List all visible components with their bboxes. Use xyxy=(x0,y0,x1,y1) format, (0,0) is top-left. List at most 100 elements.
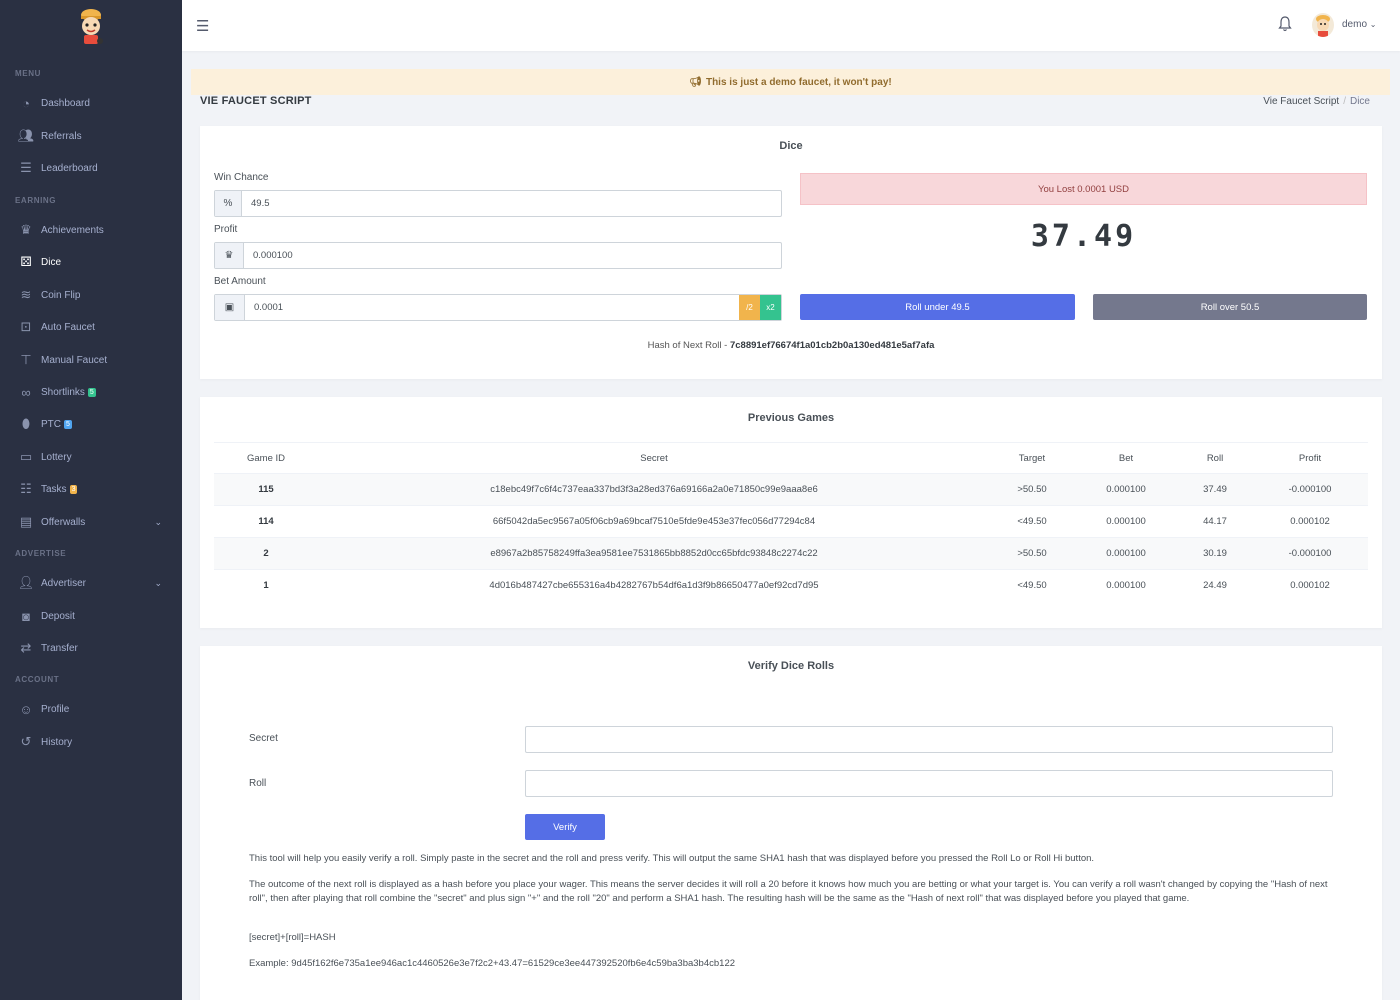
table-header-row: Game ID Secret Target Bet Roll Profit xyxy=(214,442,1368,474)
cell-roll: 37.49 xyxy=(1178,473,1252,506)
sidebar-item-dashboard[interactable]: ◔ Dashboard xyxy=(0,88,182,118)
profit-input[interactable]: 0.000100 xyxy=(244,243,781,268)
verify-formula: [secret]+[roll]=HASH xyxy=(249,932,336,943)
win-chance-input[interactable]: 49.5 xyxy=(242,191,781,216)
sidebar-item-lottery[interactable]: ▭ Lottery xyxy=(0,442,182,472)
roll-under-button[interactable]: Roll under 49.5 xyxy=(800,294,1075,320)
avatar[interactable] xyxy=(1312,13,1334,37)
sidebar-item-referrals[interactable]: 👥︎ Referrals xyxy=(0,121,182,151)
sidebar-item-label: Manual Faucet xyxy=(41,354,108,366)
menu-section-title: MENU xyxy=(15,69,41,78)
bet-amount-group: ▣ 0.0001 /2 x2 xyxy=(214,294,782,321)
cell-profit: 0.000102 xyxy=(1252,505,1368,538)
sidebar-item-manual-faucet[interactable]: ⊤ Manual Faucet xyxy=(0,345,182,375)
cell-roll: 44.17 xyxy=(1178,505,1252,538)
cell-bet: 0.000100 xyxy=(1074,569,1178,602)
cell-secret: e8967a2b85758249ffa3ea9581ee7531865bb885… xyxy=(318,537,990,570)
logo[interactable] xyxy=(0,0,182,52)
cell-game-id: 114 xyxy=(214,505,318,538)
sidebar-item-label: Lottery xyxy=(41,451,72,463)
sidebar-item-label: Transfer xyxy=(41,642,78,654)
sidebar-item-ptc[interactable]: ⬮ PTC 5 xyxy=(0,409,182,439)
dice-card: Dice Win Chance % 49.5 Profit ♛ 0.000100… xyxy=(200,126,1382,379)
cell-profit: 0.000102 xyxy=(1252,569,1368,602)
sidebar-item-profile[interactable]: ☺ Profile xyxy=(0,694,182,724)
sidebar-item-deposit[interactable]: ◙ Deposit xyxy=(0,601,182,631)
sidebar-item-coin-flip[interactable]: ≋ Coin Flip xyxy=(0,280,182,310)
faucet-icon: ⊤ xyxy=(20,352,32,367)
shortlinks-badge: 5 xyxy=(87,387,96,397)
advertise-section-title: ADVERTISE xyxy=(15,549,67,558)
cell-target: <49.50 xyxy=(990,569,1074,602)
sidebar-item-label: Profile xyxy=(41,703,70,715)
table-row: 2 e8967a2b85758249ffa3ea9581ee7531865bb8… xyxy=(214,537,1368,570)
ptc-badge: 5 xyxy=(64,419,72,429)
earning-section-title: EARNING xyxy=(15,196,57,205)
sidebar-item-advertiser[interactable]: 👤︎ Advertiser ⌄ xyxy=(0,568,182,598)
sidebar-item-label: PTC xyxy=(41,418,61,430)
sidebar-item-tasks[interactable]: ☷ Tasks 3 xyxy=(0,474,182,504)
sidebar: MENU ◔ Dashboard 👥︎ Referrals ☰ Leaderboard… xyxy=(0,0,182,1000)
sidebar-item-label: Achievements xyxy=(41,224,104,236)
sidebar-item-offerwalls[interactable]: ▤ Offerwalls ⌄ xyxy=(0,507,182,537)
advertiser-icon: 👤︎ xyxy=(17,575,35,590)
roll-input[interactable] xyxy=(525,770,1333,797)
bet-amount-label: Bet Amount xyxy=(214,276,266,287)
robot-icon: ⊡ xyxy=(20,319,32,334)
sidebar-item-achievements[interactable]: ♛ Achievements xyxy=(0,215,182,245)
cell-target: >50.50 xyxy=(990,537,1074,570)
cell-target: <49.50 xyxy=(990,505,1074,538)
table-row: 115 c18ebc49f7c6f4c737eaa337bd3f3a28ed37… xyxy=(214,473,1368,506)
sidebar-item-label: History xyxy=(41,736,73,748)
profit-label: Profit xyxy=(214,224,238,235)
verify-card: Verify Dice Rolls Secret Roll Verify Thi… xyxy=(200,646,1382,1000)
sidebar-item-shortlinks[interactable]: ∞ Shortlinks 5 xyxy=(0,377,182,407)
bet-amount-input[interactable]: 0.0001 xyxy=(245,295,739,320)
breadcrumb: Vie Faucet Script / Dice xyxy=(1263,96,1370,107)
trophy-icon: ♛ xyxy=(20,222,32,237)
cell-bet: 0.000100 xyxy=(1074,473,1178,506)
verify-title: Verify Dice Rolls xyxy=(747,660,835,672)
sidebar-item-leaderboard[interactable]: ☰ Leaderboard xyxy=(0,153,182,183)
sidebar-item-label: Leaderboard xyxy=(41,162,98,174)
cell-game-id: 1 xyxy=(214,569,318,602)
sidebar-item-history[interactable]: ↺ History xyxy=(0,727,182,757)
chevron-down-icon: ⌄ xyxy=(1369,20,1377,29)
cell-bet: 0.000100 xyxy=(1074,505,1178,538)
ticket-icon: ▭ xyxy=(19,449,33,464)
breadcrumb-link-home[interactable]: Vie Faucet Script xyxy=(1263,96,1339,107)
trophy-icon: ♛ xyxy=(215,243,244,268)
hash-value: 7c8891ef76674f1a01cb2b0a130ed481e5af7afa xyxy=(729,340,935,351)
hash-prefix: Hash of Next Roll - xyxy=(647,340,730,351)
dice-title: Dice xyxy=(779,140,803,152)
bell-icon[interactable] xyxy=(1278,16,1292,32)
mouse-icon: ⬮ xyxy=(21,416,31,431)
secret-input[interactable] xyxy=(525,726,1333,753)
topbar: ☰ demo ⌄ xyxy=(182,0,1400,51)
sidebar-item-auto-faucet[interactable]: ⊡ Auto Faucet xyxy=(0,312,182,342)
link-icon: ∞ xyxy=(21,384,31,400)
previous-games-card: Previous Games Game ID Secret Target Bet… xyxy=(200,397,1382,628)
user-dropdown[interactable]: demo ⌄ xyxy=(1342,19,1377,30)
cell-roll: 24.49 xyxy=(1178,569,1252,602)
profile-icon: ☺ xyxy=(19,701,33,717)
sidebar-item-dice[interactable]: ⚄ Dice xyxy=(0,247,182,277)
half-bet-button[interactable]: /2 xyxy=(739,295,760,320)
breadcrumb-current: Dice xyxy=(1349,96,1370,107)
col-header-secret: Secret xyxy=(318,442,990,474)
win-chance-label: Win Chance xyxy=(214,172,269,183)
megaphone-icon: 📢︎ xyxy=(689,76,702,88)
coins-icon: ≋ xyxy=(20,287,32,302)
roll-over-button[interactable]: Roll over 50.5 xyxy=(1093,294,1367,320)
sidebar-item-transfer[interactable]: ⇄ Transfer xyxy=(0,633,182,663)
cell-roll: 30.19 xyxy=(1178,537,1252,570)
money-icon: ▣ xyxy=(215,295,245,320)
page-title: VIE FAUCET SCRIPT xyxy=(200,95,312,107)
verify-button[interactable]: Verify xyxy=(525,814,605,840)
cell-bet: 0.000100 xyxy=(1074,537,1178,570)
cell-secret: c18ebc49f7c6f4c737eaa337bd3f3a28ed376a69… xyxy=(318,473,990,506)
double-bet-button[interactable]: x2 xyxy=(760,295,781,320)
sidebar-item-label: Advertiser xyxy=(41,577,87,589)
dice-icon: ⚄ xyxy=(20,254,32,269)
menu-toggle-icon[interactable]: ☰ xyxy=(196,17,209,35)
